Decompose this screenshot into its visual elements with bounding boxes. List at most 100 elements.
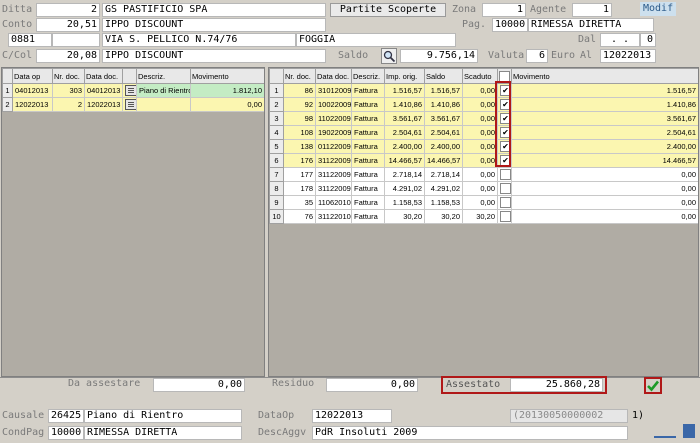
cell-data-doc[interactable]: 11022009 bbox=[315, 111, 352, 126]
cell-descriz[interactable]: Fattura bbox=[351, 125, 385, 140]
col-select-all[interactable] bbox=[497, 68, 512, 84]
cell-data-op[interactable]: 04012013 bbox=[12, 83, 53, 98]
cell-saldo[interactable]: 3.561,67 bbox=[424, 111, 463, 126]
causale-code-field[interactable]: 26425 bbox=[48, 409, 84, 423]
conto-secondary-code-field[interactable]: 0881 bbox=[8, 33, 52, 47]
cell-movimento[interactable]: 0,00 bbox=[511, 167, 698, 182]
cell-imp-orig[interactable]: 1.158,53 bbox=[384, 195, 425, 210]
cell-nr-doc[interactable]: 303 bbox=[52, 83, 85, 98]
cell-movimento[interactable]: 0,00 bbox=[190, 97, 264, 112]
cell-select[interactable] bbox=[497, 195, 512, 210]
cell-imp-orig[interactable]: 14.466,57 bbox=[384, 153, 425, 168]
cell-saldo[interactable]: 1.516,57 bbox=[424, 83, 463, 98]
cell-scaduto[interactable]: 0,00 bbox=[462, 111, 498, 126]
cell-nr-doc[interactable]: 178 bbox=[283, 181, 316, 196]
cell-saldo[interactable]: 1.410,86 bbox=[424, 97, 463, 112]
cell-scaduto[interactable]: 0,00 bbox=[462, 83, 498, 98]
cell-select[interactable] bbox=[497, 209, 512, 224]
row-select-checkbox[interactable] bbox=[500, 211, 511, 222]
cell-saldo[interactable]: 4.291,02 bbox=[424, 181, 463, 196]
assestato-field[interactable]: 25.860,28 bbox=[510, 378, 603, 392]
table-row[interactable]: 2 92 10022009 Fattura 1.410,86 1.410,86 0,00 ✔ 1… bbox=[269, 97, 698, 112]
col-movimento[interactable]: Movimento bbox=[190, 68, 264, 84]
col-descriz[interactable]: Descriz. bbox=[351, 68, 385, 84]
ditta-name-field[interactable]: GS PASTIFICIO SPA bbox=[102, 3, 326, 17]
cell-descriz[interactable]: Fattura bbox=[351, 195, 385, 210]
table-row[interactable]: 4 108 19022009 Fattura 2.504,61 2.504,61 0,00 ✔… bbox=[269, 125, 698, 140]
cell-saldo[interactable]: 1.158,53 bbox=[424, 195, 463, 210]
cell-imp-orig[interactable]: 2.718,14 bbox=[384, 167, 425, 182]
row-select-checkbox[interactable]: ✔ bbox=[500, 155, 511, 166]
table-row[interactable]: 5 138 01122009 Fattura 2.400,00 2.400,00 0,00 ✔… bbox=[269, 139, 698, 154]
cell-imp-orig[interactable]: 1.410,86 bbox=[384, 97, 425, 112]
table-row[interactable]: 2 12022013 2 12022013 0,00 bbox=[2, 97, 264, 112]
row-select-checkbox[interactable]: ✔ bbox=[500, 141, 511, 152]
cell-nr-doc[interactable]: 76 bbox=[283, 209, 316, 224]
table-row[interactable]: 3 98 11022009 Fattura 3.561,67 3.561,67 0,00 ✔ 3… bbox=[269, 111, 698, 126]
row-select-checkbox[interactable]: ✔ bbox=[500, 127, 511, 138]
document-icon[interactable] bbox=[125, 99, 136, 110]
table-row[interactable]: 8 178 31122009 Fattura 4.291,02 4.291,02 0,00 0… bbox=[269, 181, 698, 196]
cell-movimento[interactable]: 0,00 bbox=[511, 209, 698, 224]
pag-code-field[interactable]: 10000 bbox=[492, 18, 528, 32]
dal-num-field[interactable]: 0 bbox=[640, 33, 656, 47]
agente-field[interactable]: 1 bbox=[572, 3, 612, 17]
cell-scaduto[interactable]: 0,00 bbox=[462, 195, 498, 210]
ccol-code-field[interactable]: 20,08 bbox=[36, 49, 100, 63]
cell-descriz[interactable]: Fattura bbox=[351, 181, 385, 196]
city-field[interactable]: FOGGIA bbox=[296, 33, 456, 47]
cell-saldo[interactable]: 30,20 bbox=[424, 209, 463, 224]
col-nr-doc[interactable]: Nr. doc. bbox=[52, 68, 85, 84]
row-select-checkbox[interactable]: ✔ bbox=[500, 85, 511, 96]
document-icon[interactable] bbox=[125, 85, 136, 96]
pag-name-field[interactable]: RIMESSA DIRETTA bbox=[528, 18, 654, 32]
cell-data-doc[interactable]: 31122009 bbox=[315, 153, 352, 168]
cell-nr-doc[interactable]: 138 bbox=[283, 139, 316, 154]
cell-imp-orig[interactable]: 1.516,57 bbox=[384, 83, 425, 98]
table-row[interactable]: 9 35 11062010 Fattura 1.158,53 1.158,53 0,00 0,… bbox=[269, 195, 698, 210]
condpag-code-field[interactable]: 10000 bbox=[48, 426, 84, 440]
row-select-checkbox[interactable] bbox=[500, 183, 511, 194]
zona-field[interactable]: 1 bbox=[482, 3, 526, 17]
da-assestare-field[interactable]: 0,00 bbox=[153, 378, 245, 392]
causale-name-field[interactable]: Piano di Rientro bbox=[84, 409, 242, 423]
cell-scaduto[interactable]: 0,00 bbox=[462, 153, 498, 168]
table-row[interactable]: 10 76 31122010 Fattura 30,20 30,20 30,20 0,00 bbox=[269, 209, 698, 224]
cell-movimento[interactable]: 14.466,57 bbox=[511, 153, 698, 168]
row-select-checkbox[interactable] bbox=[500, 169, 511, 180]
cell-select[interactable]: ✔ bbox=[497, 153, 512, 168]
col-data-op[interactable]: Data op bbox=[12, 68, 53, 84]
cell-movimento[interactable]: 0,00 bbox=[511, 181, 698, 196]
table-row[interactable]: 7 177 31122009 Fattura 2.718,14 2.718,14 0,00 0… bbox=[269, 167, 698, 182]
cell-nr-doc[interactable]: 98 bbox=[283, 111, 316, 126]
cell-data-doc[interactable]: 31122009 bbox=[315, 167, 352, 182]
cell-movimento[interactable]: 1.410,86 bbox=[511, 97, 698, 112]
saldo-field[interactable]: 9.756,14 bbox=[400, 49, 478, 63]
cell-doc-button[interactable] bbox=[122, 83, 137, 98]
cell-descriz[interactable]: Fattura bbox=[351, 139, 385, 154]
cell-select[interactable]: ✔ bbox=[497, 83, 512, 98]
saldo-search-button[interactable] bbox=[381, 48, 397, 64]
cell-nr-doc[interactable]: 108 bbox=[283, 125, 316, 140]
right-documents-grid[interactable]: Nr. doc. Data doc. Descriz. Imp. orig. S… bbox=[268, 67, 699, 377]
cell-select[interactable] bbox=[497, 167, 512, 182]
residuo-field[interactable]: 0,00 bbox=[326, 378, 418, 392]
col-nr-doc[interactable]: Nr. doc. bbox=[283, 68, 316, 84]
valuta-code-field[interactable]: 6 bbox=[526, 49, 548, 63]
descaggv-field[interactable]: PdR Insoluti 2009 bbox=[312, 426, 628, 440]
cell-scaduto[interactable]: 30,20 bbox=[462, 209, 498, 224]
cell-descriz[interactable]: Fattura bbox=[351, 167, 385, 182]
address-field[interactable]: VIA S. PELLICO N.74/76 bbox=[102, 33, 296, 47]
progress-handle[interactable] bbox=[683, 424, 695, 438]
cell-descriz[interactable]: Fattura bbox=[351, 111, 385, 126]
col-icon[interactable] bbox=[122, 68, 137, 84]
cell-data-doc[interactable]: 11062010 bbox=[315, 195, 352, 210]
cell-saldo[interactable]: 14.466,57 bbox=[424, 153, 463, 168]
cell-nr-doc[interactable]: 92 bbox=[283, 97, 316, 112]
cell-doc-button[interactable] bbox=[122, 97, 137, 112]
cell-descriz[interactable] bbox=[136, 97, 191, 112]
cell-data-doc[interactable]: 31012009 bbox=[315, 83, 352, 98]
cell-scaduto[interactable]: 0,00 bbox=[462, 167, 498, 182]
cell-select[interactable]: ✔ bbox=[497, 139, 512, 154]
cell-nr-doc[interactable]: 176 bbox=[283, 153, 316, 168]
